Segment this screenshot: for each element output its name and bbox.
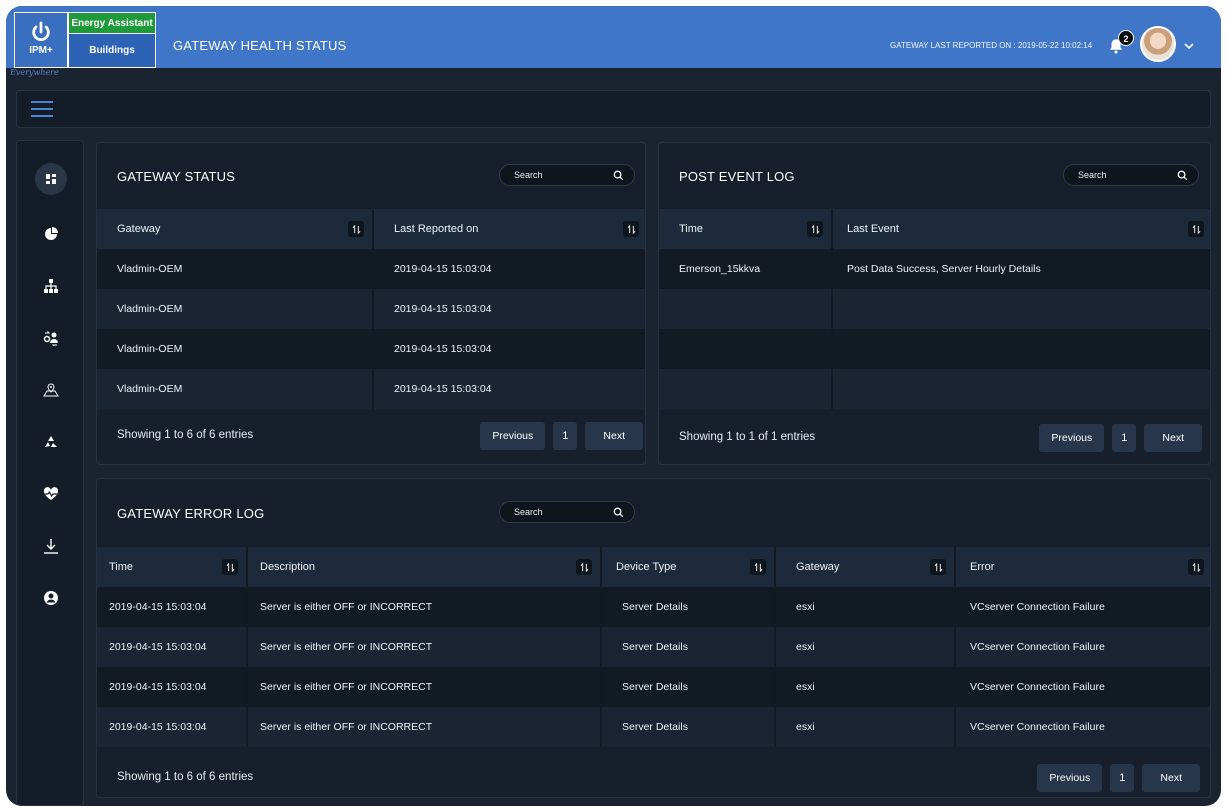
gateway-error-log-search-input[interactable] [514,507,613,517]
previous-button[interactable]: Previous [480,422,546,450]
post-event-log-pagination: Previous 1 Next [1031,424,1202,452]
table-row[interactable]: Vladmin-OEM 2019-04-15 15:03:04 [97,289,645,329]
gateway-error-log-entries-info: Showing 1 to 6 of 6 entries [117,771,254,783]
gateway-status-title: GATEWAY STATUS [117,169,236,184]
column-header-time[interactable]: Time [97,547,248,587]
table-row[interactable] [659,329,1210,369]
table-row[interactable]: 2019-04-15 15:03:04 Server is either OFF … [97,587,1210,627]
gateway-error-log-pagination: Previous 1 Next [1029,764,1200,792]
gateway-status-search-input[interactable] [514,170,613,180]
dashboard-icon[interactable] [35,163,67,195]
next-button[interactable]: Next [1144,424,1202,452]
menu-icon[interactable] [31,101,53,117]
previous-button[interactable]: Previous [1037,764,1103,792]
post-event-log-title: POST EVENT LOG [679,169,795,184]
gateway-error-log-search[interactable] [499,501,635,523]
post-event-log-search[interactable] [1063,164,1199,186]
table-row[interactable]: Vladmin-OEM 2019-04-15 15:03:04 [97,329,645,369]
table-row[interactable] [659,369,1210,409]
sort-icon[interactable] [930,559,946,575]
table-row[interactable]: Vladmin-OEM 2019-04-15 15:03:04 [97,369,645,409]
gateway-status-entries-info: Showing 1 to 6 of 6 entries [117,429,254,441]
notification-badge: 2 [1118,30,1134,46]
gateway-error-log-table: Time Description Device Type Gateway Err… [97,547,1210,747]
gateway-status-card: GATEWAY STATUS Gateway Last Reported on … [96,142,646,465]
table-row[interactable]: 2019-04-15 15:03:04 Server is either OFF … [97,707,1210,747]
column-header-time[interactable]: Time [659,209,833,249]
gateway-error-log-card: GATEWAY ERROR LOG Time Description Devic… [96,478,1211,798]
sort-icon[interactable] [348,221,364,237]
page-title: GATEWAY HEALTH STATUS [173,38,347,53]
sort-icon[interactable] [623,221,639,237]
pie-chart-icon[interactable] [40,223,62,245]
column-header-gateway[interactable]: Gateway [775,547,956,587]
page-1-button[interactable]: 1 [1112,424,1137,452]
search-icon[interactable] [1177,170,1188,181]
sort-icon[interactable] [1188,221,1204,237]
post-event-log-entries-info: Showing 1 to 1 of 1 entries [679,431,816,443]
download-icon[interactable] [40,535,62,557]
post-event-log-search-input[interactable] [1078,170,1177,180]
table-row[interactable]: Emerson_15kkva Post Data Success, Server … [659,249,1210,289]
recycle-icon[interactable] [40,431,62,453]
hierarchy-icon[interactable] [40,275,62,297]
next-button[interactable]: Next [1142,764,1200,792]
column-header-error[interactable]: Error [955,547,1210,587]
sort-icon[interactable] [576,559,592,575]
column-header-device-type[interactable]: Device Type [601,547,776,587]
sort-icon[interactable] [807,221,823,237]
column-header-gateway[interactable]: Gateway [97,209,374,249]
gateway-status-table: Gateway Last Reported on Vladmin-OEM 2019… [97,209,645,409]
gateway-status-pagination: Previous 1 Next [472,422,643,450]
tagline: Everywhere [10,68,59,77]
table-row[interactable]: Vladmin-OEM 2019-04-15 15:03:04 [97,249,645,289]
avatar[interactable] [1140,26,1176,62]
table-row[interactable]: 2019-04-15 15:03:04 Server is either OFF … [97,667,1210,707]
post-event-log-table: Time Last Event Emerson_15kkva Post Data … [659,209,1210,409]
user-exchange-icon[interactable] [40,327,62,349]
gateway-status-search[interactable] [499,164,635,186]
map-location-icon[interactable] [40,379,62,401]
column-header-last-event[interactable]: Last Event [832,209,1210,249]
sub-bar [16,90,1211,128]
table-row[interactable] [659,289,1210,329]
gateway-error-log-title: GATEWAY ERROR LOG [117,506,265,521]
heartbeat-icon[interactable] [40,483,62,505]
column-header-description[interactable]: Description [247,547,602,587]
energy-assistant-badge[interactable]: Energy Assistant [68,12,156,34]
sidebar [16,140,84,806]
next-button[interactable]: Next [585,422,643,450]
user-circle-icon[interactable] [40,587,62,609]
search-icon[interactable] [613,170,624,181]
table-row[interactable]: 2019-04-15 15:03:04 Server is either OFF … [97,627,1210,667]
previous-button[interactable]: Previous [1039,424,1105,452]
chevron-down-icon[interactable] [1184,42,1194,50]
post-event-log-card: POST EVENT LOG Time Last Event Emerson_1… [658,142,1211,465]
app-logo[interactable]: IPM+ [14,12,68,68]
logo-text: IPM+ [29,45,53,56]
app-window: IPM+ Energy Assistant Buildings GATEWAY … [6,6,1221,806]
page-1-button[interactable]: 1 [553,422,578,450]
top-bar: IPM+ Energy Assistant Buildings GATEWAY … [6,6,1221,68]
sort-icon[interactable] [750,559,766,575]
page-1-button[interactable]: 1 [1110,764,1135,792]
sort-icon[interactable] [222,559,238,575]
column-header-last-reported[interactable]: Last Reported on [373,209,645,249]
last-reported-status: GATEWAY LAST REPORTED ON : 2019-05-22 10… [890,41,1093,50]
search-icon[interactable] [613,507,624,518]
power-icon [32,21,50,41]
sort-icon[interactable] [1188,559,1204,575]
buildings-badge[interactable]: Buildings [68,34,156,68]
